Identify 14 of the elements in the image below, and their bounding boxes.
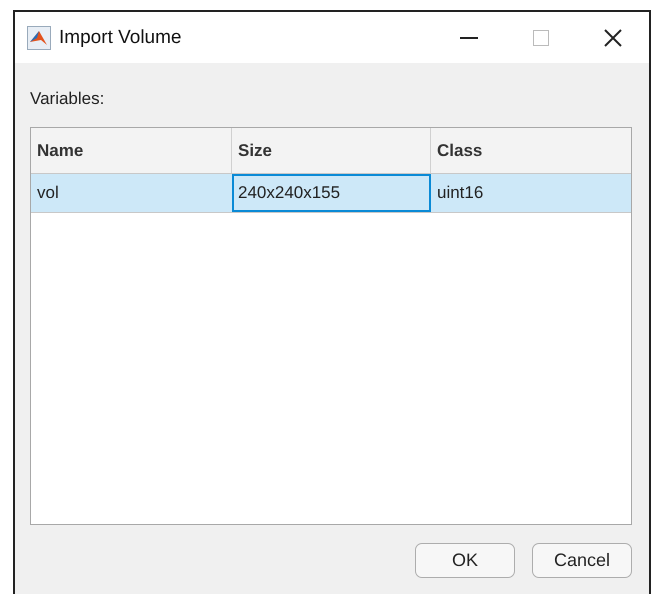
minimize-icon[interactable] — [460, 36, 478, 38]
table-row[interactable]: vol 240x240x155 uint16 — [31, 174, 631, 213]
table-cell-text: uint16 — [436, 182, 484, 204]
column-header[interactable]: Class — [431, 128, 631, 173]
variables-label: Variables: — [30, 89, 106, 109]
window-title: Import Volume — [59, 26, 182, 48]
table-cell: 240x240x155 — [232, 174, 431, 212]
app-logo-icon — [27, 26, 51, 50]
cancel-button[interactable]: Cancel — [532, 543, 632, 578]
column-header[interactable]: Name — [31, 128, 232, 173]
table-cell-text: vol — [36, 182, 60, 204]
ok-button[interactable]: OK — [415, 543, 515, 578]
column-header[interactable]: Size — [232, 128, 431, 173]
close-icon[interactable] — [604, 28, 622, 46]
